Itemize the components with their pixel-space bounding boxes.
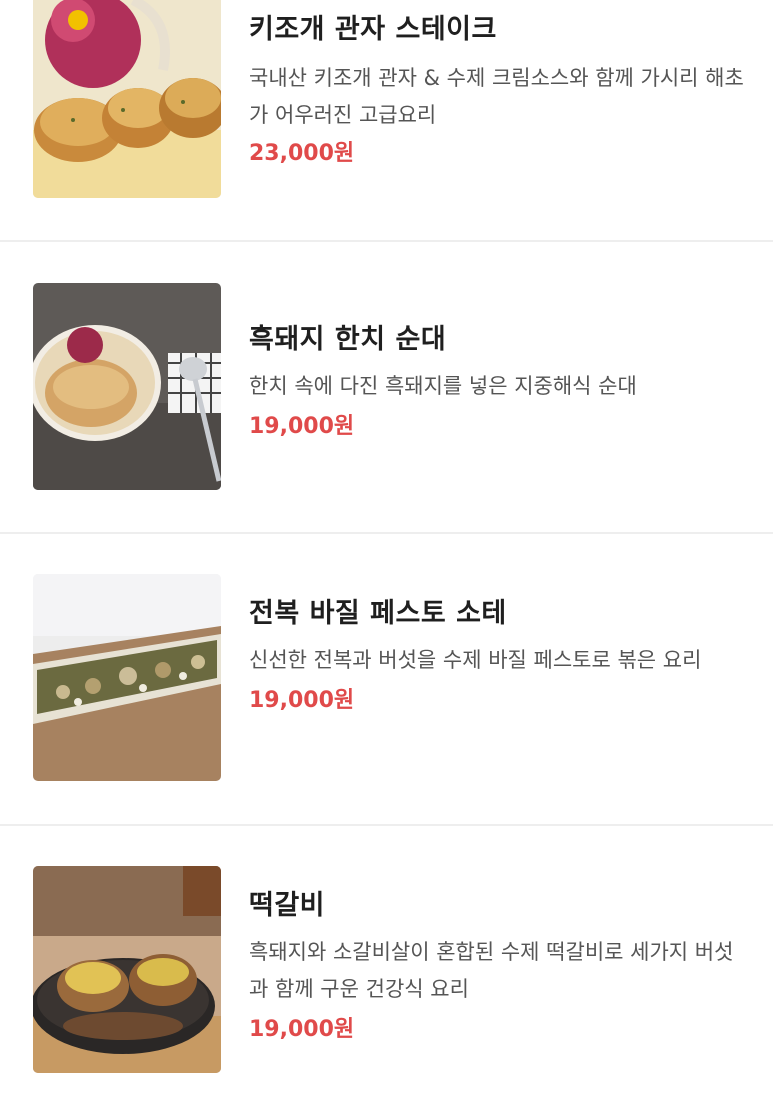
squid-sundae-image bbox=[33, 283, 221, 490]
menu-item-squid-sundae[interactable]: 흑돼지 한치 순대 한치 속에 다진 흑돼지를 넣은 지중해식 순대 19,00… bbox=[0, 242, 773, 532]
tteokgalbi-image bbox=[33, 866, 221, 1073]
menu-item-description: 국내산 키조개 관자 & 수제 크림소스와 함께 가시리 해초가 어우러진 고급… bbox=[249, 66, 744, 127]
menu-item-name: 떡갈비 bbox=[249, 890, 326, 921]
scallop-steak-image bbox=[33, 0, 221, 198]
menu-item-photo[interactable] bbox=[33, 0, 221, 198]
menu-item-description: 신선한 전복과 버섯을 수제 바질 페스토로 볶은 요리 bbox=[249, 648, 702, 672]
menu-item-description: 흑돼지와 소갈비살이 혼합된 수제 떡갈비로 세가지 버섯과 함께 구운 건강식… bbox=[249, 940, 734, 1001]
menu-item-name: 흑돼지 한치 순대 bbox=[249, 324, 447, 355]
menu-item-info: 흑돼지 한치 순대 한치 속에 다진 흑돼지를 넣은 지중해식 순대 19,00… bbox=[249, 322, 744, 443]
menu-item-abalone-pesto[interactable]: 전복 바질 페스토 소테 신선한 전복과 버섯을 수제 바질 페스토로 볶은 요… bbox=[0, 534, 773, 824]
menu-item-info: 전복 바질 페스토 소테 신선한 전복과 버섯을 수제 바질 페스토로 볶은 요… bbox=[249, 596, 744, 717]
menu-item-price: 19,000원 bbox=[249, 414, 355, 439]
menu-item-photo[interactable] bbox=[33, 866, 221, 1073]
menu-item-photo[interactable] bbox=[33, 283, 221, 490]
menu-item-name: 전복 바질 페스토 소테 bbox=[249, 598, 507, 629]
menu-item-info: 키조개 관자 스테이크 국내산 키조개 관자 & 수제 크림소스와 함께 가시리… bbox=[249, 12, 744, 170]
menu-item-tteokgalbi[interactable]: 떡갈비 흑돼지와 소갈비살이 혼합된 수제 떡갈비로 세가지 버섯과 함께 구운… bbox=[0, 826, 773, 1111]
menu-item-scallop-steak[interactable]: 키조개 관자 스테이크 국내산 키조개 관자 & 수제 크림소스와 함께 가시리… bbox=[0, 0, 773, 240]
menu-item-description: 한치 속에 다진 흑돼지를 넣은 지중해식 순대 bbox=[249, 374, 637, 398]
menu-item-price: 23,000원 bbox=[249, 141, 355, 166]
menu-item-photo[interactable] bbox=[33, 574, 221, 781]
menu-item-info: 떡갈비 흑돼지와 소갈비살이 혼합된 수제 떡갈비로 세가지 버섯과 함께 구운… bbox=[249, 888, 744, 1046]
menu-item-price: 19,000원 bbox=[249, 1017, 355, 1042]
abalone-pesto-image bbox=[33, 574, 221, 781]
menu-item-name: 키조개 관자 스테이크 bbox=[249, 14, 497, 45]
menu-item-price: 19,000원 bbox=[249, 688, 355, 713]
